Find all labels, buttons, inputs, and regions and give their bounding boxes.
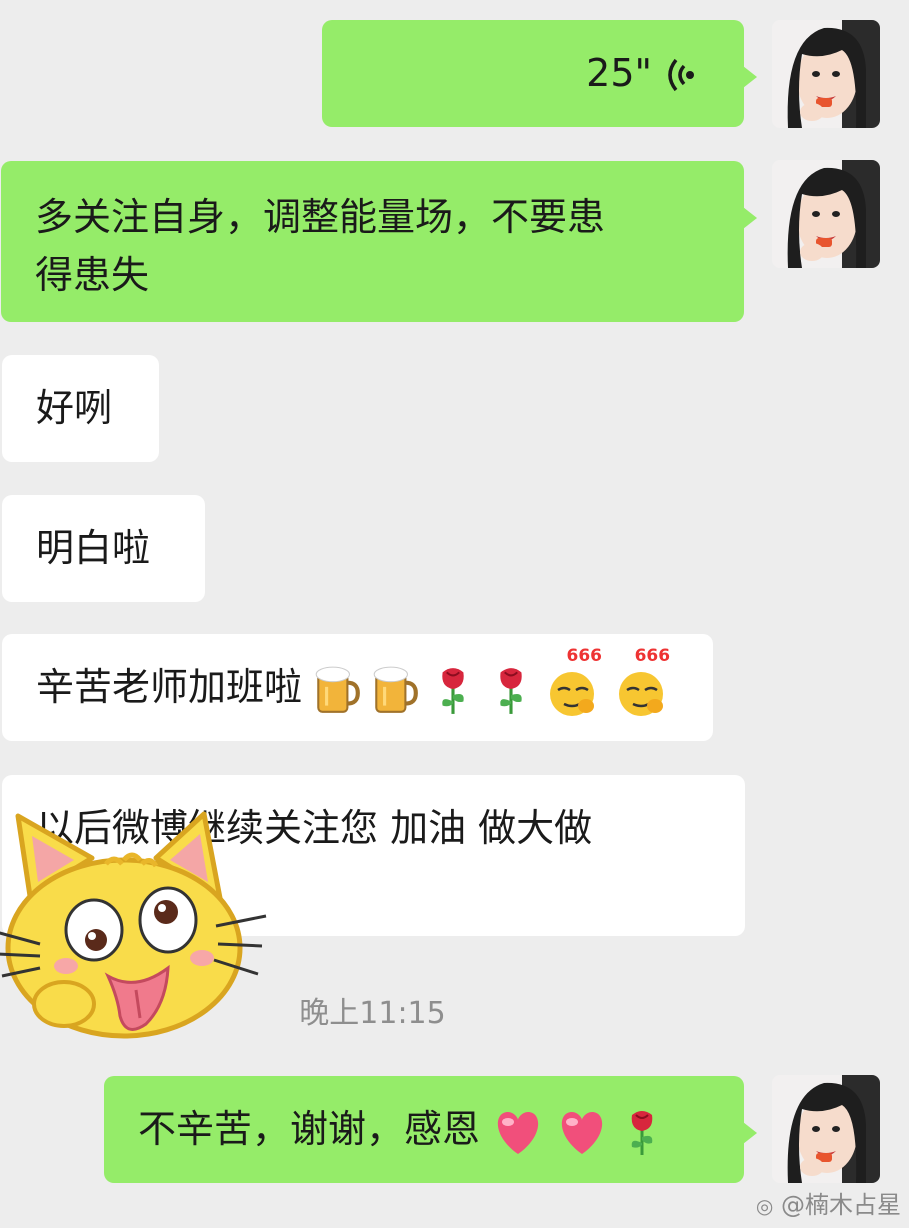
emoji-badge: 666	[566, 645, 602, 666]
beer-icon	[314, 664, 360, 716]
message-text: 辛苦老师加班啦	[36, 665, 303, 709]
timestamp: 晚上11:15	[299, 996, 446, 1031]
message-text-line: 多关注自身，调整能量场，不要患	[35, 195, 606, 239]
message-bubble-self[interactable]: 不辛苦，谢谢，感恩	[104, 1076, 757, 1183]
rose-icon	[620, 1107, 664, 1157]
message-bubble-self[interactable]: 多关注自身，调整能量场，不要患 得患失	[1, 161, 757, 322]
self-avatar[interactable]	[772, 1075, 880, 1183]
watermark: ◎ @楠木占星	[756, 1185, 901, 1220]
message-bubble-other[interactable]: 好咧	[2, 355, 159, 462]
message-text: 明白啦	[36, 526, 151, 570]
voice-duration: 25"	[586, 51, 652, 95]
rose-icon	[430, 664, 476, 716]
666-emoji-icon: 666	[546, 646, 602, 718]
message-text: 好咧	[36, 386, 113, 430]
message-text-line: 得患失	[35, 253, 150, 297]
watermark-text: @楠木占星	[781, 1191, 901, 1219]
heart-icon	[556, 1108, 608, 1156]
self-avatar[interactable]	[772, 160, 880, 268]
beer-icon	[372, 664, 418, 716]
voice-message-bubble[interactable]: 25"	[322, 20, 757, 127]
self-avatar[interactable]	[772, 20, 880, 128]
weibo-icon: ◎	[755, 1194, 774, 1218]
voice-wave-icon	[668, 58, 694, 92]
666-emoji-icon: 666	[615, 646, 671, 718]
heart-icon	[492, 1108, 544, 1156]
message-bubble-other[interactable]: 辛苦老师加班啦 666 666	[2, 634, 713, 741]
message-text: 不辛苦，谢谢，感恩	[138, 1107, 481, 1151]
rose-icon	[488, 664, 534, 716]
emoji-badge: 666	[634, 645, 671, 666]
message-bubble-other[interactable]: 明白啦	[2, 495, 205, 602]
